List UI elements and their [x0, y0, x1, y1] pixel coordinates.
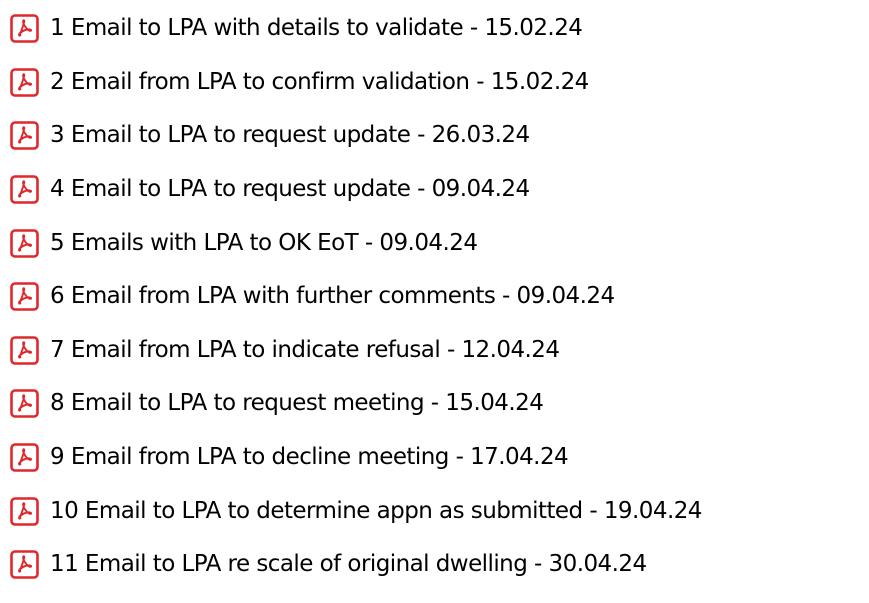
file-name: 3 Email to LPA to request update - 26.03…: [50, 122, 530, 149]
pdf-file-icon: [10, 121, 39, 151]
file-item[interactable]: 8 Email to LPA to request meeting - 15.0…: [10, 377, 702, 431]
file-item[interactable]: 7 Email from LPA to indicate refusal - 1…: [10, 324, 702, 378]
file-item[interactable]: 4 Email to LPA to request update - 09.04…: [10, 163, 702, 217]
file-item[interactable]: 6 Email from LPA with further comments -…: [10, 270, 702, 324]
pdf-file-icon: [10, 14, 39, 44]
pdf-file-icon: [10, 389, 39, 419]
file-item[interactable]: 5 Emails with LPA to OK EoT - 09.04.24: [10, 216, 702, 270]
file-item[interactable]: 10 Email to LPA to determine appn as sub…: [10, 484, 702, 538]
file-name: 8 Email to LPA to request meeting - 15.0…: [50, 390, 544, 417]
file-item[interactable]: 11 Email to LPA re scale of original dwe…: [10, 538, 702, 592]
file-name: 2 Email from LPA to confirm validation -…: [50, 68, 589, 95]
file-name: 9 Email from LPA to decline meeting - 17…: [50, 444, 569, 471]
file-item[interactable]: 3 Email to LPA to request update - 26.03…: [10, 109, 702, 163]
file-name: 6 Email from LPA with further comments -…: [50, 283, 615, 310]
file-item[interactable]: 1 Email to LPA with details to validate …: [10, 2, 702, 56]
pdf-file-icon: [10, 443, 39, 472]
file-name: 11 Email to LPA re scale of original dwe…: [50, 551, 647, 578]
pdf-file-icon: [10, 496, 39, 526]
file-name: 7 Email from LPA to indicate refusal - 1…: [50, 336, 560, 363]
pdf-file-icon: [10, 336, 39, 365]
file-name: 4 Email to LPA to request update - 09.04…: [50, 176, 530, 203]
pdf-file-icon: [10, 550, 39, 580]
pdf-file-icon: [10, 68, 39, 97]
file-item[interactable]: 2 Email from LPA to confirm validation -…: [10, 56, 702, 110]
file-item[interactable]: 9 Email from LPA to decline meeting - 17…: [10, 431, 702, 485]
file-list: 1 Email to LPA with details to validate …: [10, 2, 702, 592]
file-name: 10 Email to LPA to determine appn as sub…: [50, 497, 702, 524]
pdf-file-icon: [10, 282, 39, 312]
file-name: 1 Email to LPA with details to validate …: [50, 15, 583, 42]
file-name: 5 Emails with LPA to OK EoT - 09.04.24: [50, 229, 478, 256]
pdf-file-icon: [10, 228, 39, 258]
pdf-file-icon: [10, 175, 39, 204]
